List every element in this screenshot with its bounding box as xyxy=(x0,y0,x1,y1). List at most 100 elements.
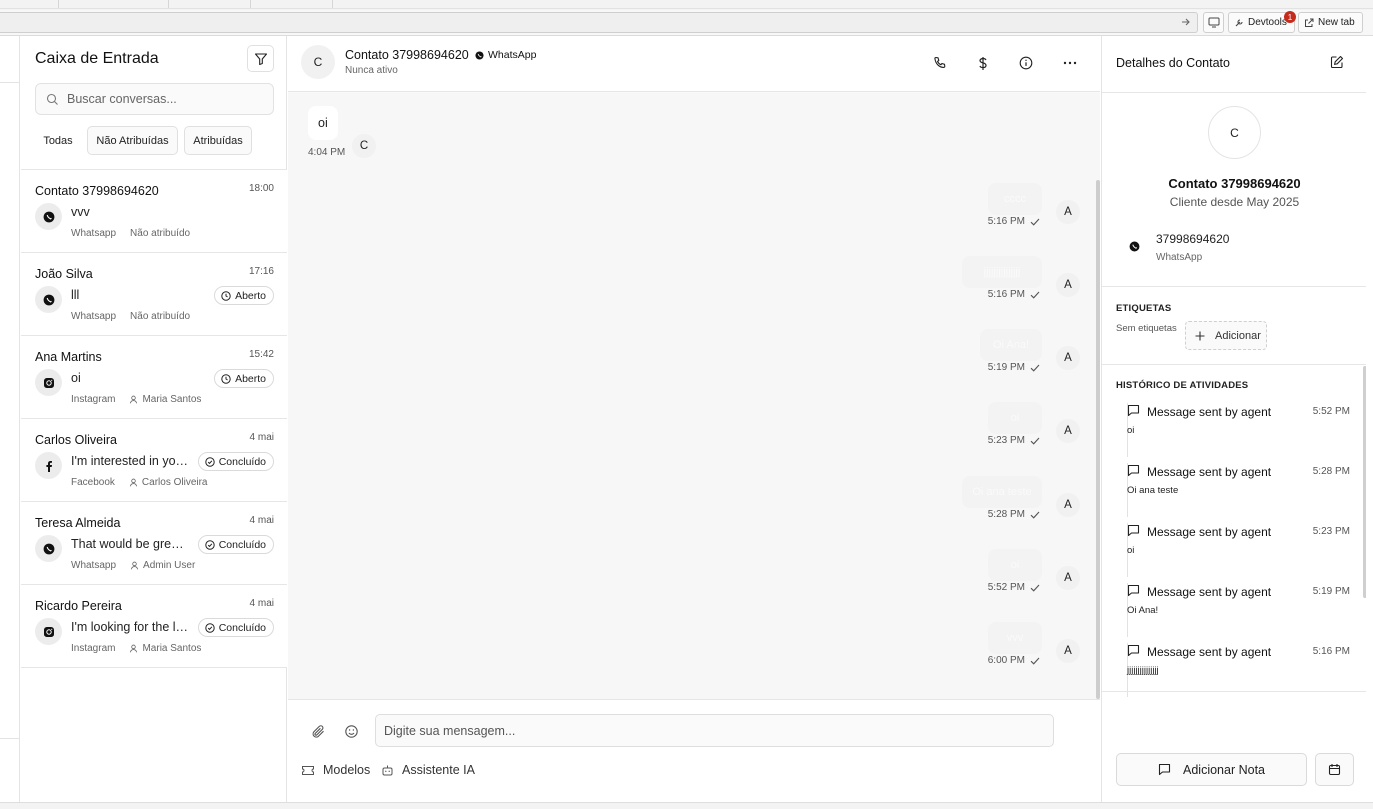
templates-button[interactable]: Modelos xyxy=(301,763,370,777)
facebook-icon xyxy=(43,460,55,472)
inbox-title: Caixa de Entrada xyxy=(35,50,159,67)
user-icon xyxy=(129,644,138,653)
message-square-icon xyxy=(1127,524,1140,537)
message-input[interactable] xyxy=(375,714,1054,747)
conversation-preview: vvv xyxy=(71,205,90,219)
tab-atribuidas[interactable]: Atribuídas xyxy=(184,126,252,155)
conversation-time: 4 mai xyxy=(249,432,274,443)
conversation-item[interactable]: João Silva 17:16 lll Whatsapp Não atribuído A… xyxy=(21,253,287,336)
add-tag-button[interactable]: Adicionar xyxy=(1185,321,1267,350)
outgoing-message-time: 5:16 PM xyxy=(987,289,1025,300)
read-check-icon xyxy=(1030,218,1040,226)
activity-time: 5:52 PM xyxy=(1312,406,1350,417)
activity-item: Message sent by agent 5:23 PM oi xyxy=(1116,523,1350,583)
status-badge[interactable]: Concluído xyxy=(197,452,274,471)
status-badge[interactable]: Concluído xyxy=(197,535,274,554)
channel-avatar xyxy=(35,618,62,645)
conversation-channel: Whatsapp xyxy=(71,560,117,571)
whatsapp-icon xyxy=(43,543,55,555)
read-check-icon xyxy=(1030,584,1040,592)
add-note-button[interactable]: Adicionar Nota xyxy=(1116,753,1307,786)
read-check-icon xyxy=(1030,364,1040,372)
status-badge[interactable]: Aberto xyxy=(214,369,274,388)
conversation-item[interactable]: Ana Martins 15:42 oi Instagram Maria Santos A… xyxy=(21,336,287,419)
agent-avatar: A xyxy=(1056,273,1080,297)
incoming-message-bubble: oi xyxy=(308,106,338,140)
conversation-meta: Instagram Maria Santos xyxy=(71,643,201,654)
edit-contact-button[interactable] xyxy=(1328,53,1346,71)
conversation-time: 4 mai xyxy=(249,598,274,609)
contact-details-panel: Detalhes do Contato C Contato 3799869462… xyxy=(1101,36,1367,802)
contact-avatar[interactable]: C xyxy=(301,45,335,79)
conversation-item[interactable]: Carlos Oliveira 4 mai I'm interested in yo… xyxy=(21,419,287,502)
new-tab-button[interactable]: New tab xyxy=(1298,12,1363,33)
edit-icon xyxy=(1330,55,1344,69)
activity-item: Message sent by agent 5:52 PM oi xyxy=(1116,403,1350,463)
read-check-icon xyxy=(1030,657,1040,665)
status-badge[interactable]: Concluído xyxy=(197,618,274,637)
filter-button[interactable] xyxy=(247,45,274,72)
attach-button[interactable] xyxy=(309,722,327,740)
conversation-assignee: Maria Santos xyxy=(142,643,202,654)
conversation-preview: I'm interested in you... xyxy=(71,454,189,468)
conversation-assignee: Não atribuído xyxy=(130,311,191,322)
activity-time: 5:23 PM xyxy=(1312,526,1350,537)
emoji-button[interactable] xyxy=(342,722,360,740)
call-button[interactable] xyxy=(930,53,950,73)
devtools-button[interactable]: Devtools 1 xyxy=(1228,11,1296,33)
outgoing-message-meta: 6:00 PM xyxy=(988,655,1040,666)
conversation-meta: Whatsapp Admin User xyxy=(71,560,195,571)
address-bar[interactable] xyxy=(0,12,1198,33)
status-badge[interactable]: Aberto xyxy=(214,286,274,305)
conversation-name: Ricardo Pereira xyxy=(35,599,122,613)
status-label: Aberto xyxy=(235,372,266,385)
search-input[interactable] xyxy=(67,92,257,106)
more-options-button[interactable] xyxy=(1060,53,1080,73)
details-channel: WhatsApp xyxy=(1156,252,1203,263)
outgoing-message-bubble: cccc xyxy=(988,183,1042,215)
agent-avatar: A xyxy=(1056,639,1080,663)
tab-todas[interactable]: Todas xyxy=(35,126,81,155)
go-arrow-icon[interactable] xyxy=(1181,17,1191,27)
outgoing-message-meta: 5:52 PM xyxy=(988,582,1040,593)
messages-scrollbar[interactable] xyxy=(1096,180,1100,699)
conversation-name: Carlos Oliveira xyxy=(35,433,117,447)
message-square-icon xyxy=(1127,644,1140,657)
filter-icon xyxy=(254,52,268,66)
conversation-preview: lll xyxy=(71,288,80,302)
user-icon xyxy=(129,478,138,487)
incoming-message-time: 4:04 PM xyxy=(308,147,346,158)
tags-section-title: ETIQUETAS xyxy=(1116,303,1172,314)
cast-button[interactable] xyxy=(1203,12,1224,33)
conversation-channel: Facebook xyxy=(71,477,115,488)
conversation-item[interactable]: Teresa Almeida 4 mai That would be great!.… xyxy=(21,502,287,585)
clock-icon xyxy=(221,373,231,384)
payment-button[interactable] xyxy=(973,53,993,73)
conversation-time: 4 mai xyxy=(249,515,274,526)
outgoing-message-time: 5:23 PM xyxy=(987,435,1025,446)
message-square-icon xyxy=(1158,763,1171,776)
agent-avatar: A xyxy=(1056,493,1080,517)
monitor-icon xyxy=(1208,17,1220,28)
conversation-item[interactable]: Ricardo Pereira 4 mai I'm looking for the … xyxy=(21,585,287,668)
instagram-icon xyxy=(43,377,55,389)
conversation-name: Contato 37998694620 xyxy=(35,184,159,198)
no-tags-text: Sem etiquetas xyxy=(1116,323,1177,334)
outgoing-message-meta: 5:28 PM xyxy=(988,509,1040,520)
add-note-label: Adicionar Nota xyxy=(1183,762,1265,777)
channel-avatar xyxy=(35,286,62,313)
schedule-button[interactable] xyxy=(1315,753,1354,786)
conversation-assignee: Maria Santos xyxy=(142,394,202,405)
app-window: Caixa de Entrada Todas Não Atribuídas At… xyxy=(0,36,1373,802)
tab-nao-atribuidas[interactable]: Não Atribuídas xyxy=(87,126,178,155)
message-area[interactable]: oi 4:04 PM C cccc 5:16 PM Ajjjjjjjjjjjjjjj… xyxy=(288,93,1100,699)
check-circle-icon xyxy=(205,539,215,550)
activity-section-title: HISTÓRICO DE ATIVIDADES xyxy=(1116,380,1249,391)
conversation-meta: Whatsapp Não atribuído xyxy=(71,228,190,239)
activity-title: Message sent by agent xyxy=(1147,465,1272,479)
ai-assistant-button[interactable]: Assistente IA xyxy=(381,763,475,777)
conversation-item[interactable]: Contato 37998694620 18:00 vvv Whatsapp Não a… xyxy=(21,170,287,253)
chat-panel: C Contato 37998694620 WhatsApp Nunca ati… xyxy=(288,36,1100,802)
info-button[interactable] xyxy=(1016,53,1036,73)
channel-avatar xyxy=(35,535,62,562)
